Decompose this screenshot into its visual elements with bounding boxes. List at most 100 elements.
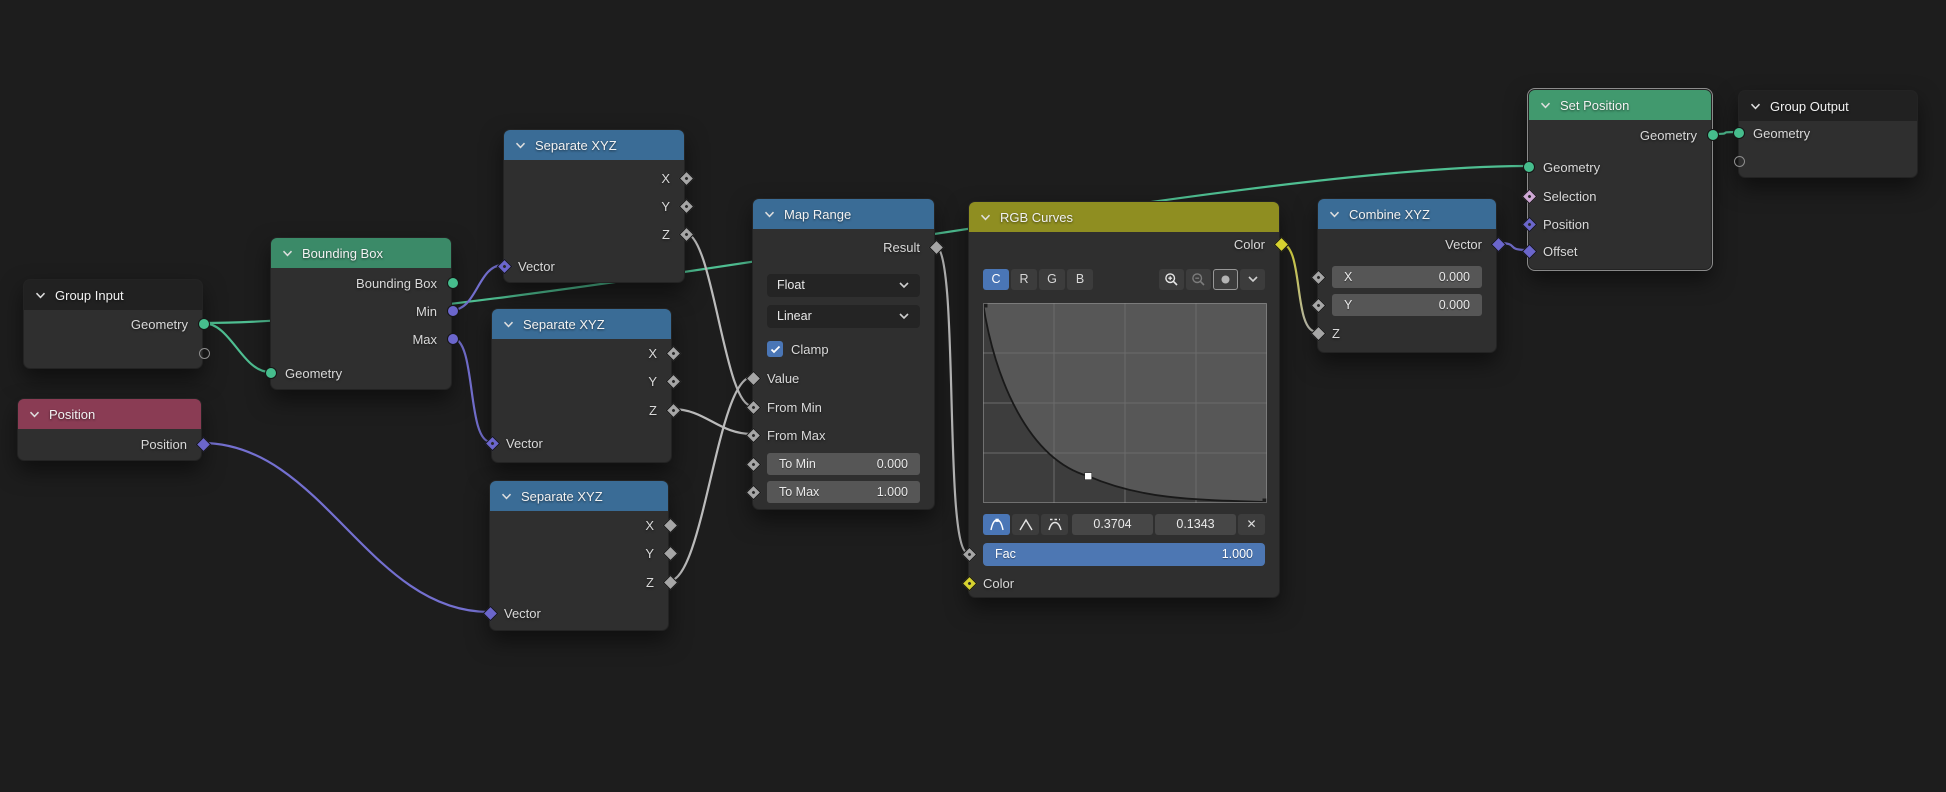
node-header-bounding-box[interactable]: Bounding Box bbox=[271, 238, 451, 268]
node-position[interactable]: PositionPosition bbox=[17, 398, 202, 461]
node-combine-xyz[interactable]: Combine XYZVectorX0.000Y0.000Z bbox=[1317, 198, 1497, 353]
clamp-checkbox[interactable] bbox=[767, 341, 783, 357]
channel-c-button[interactable]: C bbox=[983, 269, 1009, 290]
collapse-chevron-icon[interactable] bbox=[282, 250, 293, 257]
socket-bounding-box-geometry[interactable] bbox=[264, 366, 278, 380]
combine-xyz-y-field[interactable]: Y0.000 bbox=[1332, 294, 1482, 316]
socket-bounding-box-max[interactable] bbox=[446, 332, 460, 346]
rgb-curves-fac-slider[interactable]: Fac1.000 bbox=[983, 543, 1265, 566]
socket-bounding-box-min[interactable] bbox=[446, 304, 460, 318]
socket-rgb-curves-fac[interactable] bbox=[962, 547, 976, 561]
node-editor-canvas[interactable]: Group InputGeometry PositionPosition Bound… bbox=[0, 0, 1946, 792]
node-group-input[interactable]: Group InputGeometry bbox=[23, 279, 203, 369]
node-set-position[interactable]: Set PositionGeometryGeometrySelectionPos… bbox=[1528, 89, 1712, 270]
node-header-separate-xyz-2[interactable]: Separate XYZ bbox=[492, 309, 671, 339]
socket-map-range-from_min[interactable] bbox=[746, 400, 760, 414]
collapse-chevron-icon[interactable] bbox=[515, 142, 526, 149]
socket-separate-xyz-3-z[interactable] bbox=[663, 575, 677, 589]
socket-map-range-result[interactable] bbox=[929, 240, 943, 254]
zoom-out-button[interactable] bbox=[1186, 269, 1211, 290]
socket-set-position-offset[interactable] bbox=[1522, 244, 1536, 258]
clip-button[interactable] bbox=[1213, 269, 1238, 290]
menu-button[interactable] bbox=[1240, 269, 1265, 290]
socket-separate-xyz-3-x[interactable] bbox=[663, 518, 677, 532]
curve-control-point[interactable] bbox=[1085, 473, 1092, 480]
point-x-field[interactable]: 0.3704 bbox=[1072, 514, 1153, 535]
handle-auto-button[interactable] bbox=[983, 514, 1010, 535]
socket-separate-xyz-1-z[interactable] bbox=[679, 227, 693, 241]
handle-auto-clamped-button[interactable] bbox=[1041, 514, 1068, 535]
socket-separate-xyz-3-y[interactable] bbox=[663, 546, 677, 560]
channel-g-button[interactable]: G bbox=[1039, 269, 1065, 290]
socket-separate-xyz-1-y[interactable] bbox=[679, 199, 693, 213]
node-header-group-input[interactable]: Group Input bbox=[24, 280, 202, 310]
socket-combine-xyz-y[interactable] bbox=[1311, 298, 1325, 312]
collapse-chevron-icon[interactable] bbox=[764, 211, 775, 218]
node-map-range[interactable]: Map RangeResultFloatLinearClampValueFrom… bbox=[752, 198, 935, 510]
socket-position-position[interactable] bbox=[196, 437, 210, 451]
socket-map-range-from_max[interactable] bbox=[746, 428, 760, 442]
socket-group-input-virtual[interactable] bbox=[197, 346, 211, 360]
handle-vector-button[interactable] bbox=[1012, 514, 1039, 535]
zoom-in-button[interactable] bbox=[1159, 269, 1184, 290]
collapse-chevron-icon[interactable] bbox=[1540, 102, 1551, 109]
channel-b-button[interactable]: B bbox=[1067, 269, 1093, 290]
node-header-combine-xyz[interactable]: Combine XYZ bbox=[1318, 199, 1496, 229]
socket-rgb-curves-color_out[interactable] bbox=[1274, 237, 1288, 251]
socket-map-range-to_min[interactable] bbox=[746, 457, 760, 471]
socket-map-range-value[interactable] bbox=[746, 371, 760, 385]
node-header-separate-xyz-3[interactable]: Separate XYZ bbox=[490, 481, 668, 511]
socket-rgb-curves-color_in[interactable] bbox=[962, 576, 976, 590]
socket-separate-xyz-2-x[interactable] bbox=[666, 346, 680, 360]
collapse-chevron-icon[interactable] bbox=[1329, 211, 1340, 218]
socket-separate-xyz-2-z[interactable] bbox=[666, 403, 680, 417]
socket-group-input-geometry[interactable] bbox=[197, 317, 211, 331]
socket-set-position-position[interactable] bbox=[1522, 217, 1536, 231]
socket-set-position-selection[interactable] bbox=[1522, 189, 1536, 203]
node-header-set-position[interactable]: Set Position bbox=[1529, 90, 1711, 120]
socket-set-position-geometry_out[interactable] bbox=[1706, 128, 1720, 142]
socket-separate-xyz-1-x[interactable] bbox=[679, 171, 693, 185]
socket-set-position-geometry_in[interactable] bbox=[1522, 160, 1536, 174]
socket-bounding-box-bbox[interactable] bbox=[446, 276, 460, 290]
channel-r-button[interactable]: R bbox=[1011, 269, 1037, 290]
map-range-to_min-field[interactable]: To Min0.000 bbox=[767, 453, 920, 475]
collapse-chevron-icon[interactable] bbox=[980, 214, 991, 221]
socket-separate-xyz-2-vector[interactable] bbox=[485, 436, 499, 450]
collapse-chevron-icon[interactable] bbox=[1750, 103, 1761, 110]
socket-group-output-virtual[interactable] bbox=[1732, 154, 1746, 168]
node-header-separate-xyz-1[interactable]: Separate XYZ bbox=[504, 130, 684, 160]
node-bounding-box[interactable]: Bounding BoxBounding BoxMinMaxGeometry bbox=[270, 237, 452, 390]
node-separate-xyz-3[interactable]: Separate XYZXYZVector bbox=[489, 480, 669, 631]
socket-combine-xyz-z[interactable] bbox=[1311, 326, 1325, 340]
node-rgb-curves[interactable]: RGB CurvesColorCRGB0.37040.1343✕Fac1.000… bbox=[968, 201, 1280, 598]
map-range-to_max-field[interactable]: To Max1.000 bbox=[767, 481, 920, 503]
map-range-dropdown[interactable]: Linear bbox=[767, 305, 920, 328]
socket-combine-xyz-vector_out[interactable] bbox=[1491, 237, 1505, 251]
node-group-output[interactable]: Group OutputGeometry bbox=[1738, 90, 1918, 178]
collapse-chevron-icon[interactable] bbox=[29, 411, 40, 418]
combine-xyz-x-field[interactable]: X0.000 bbox=[1332, 266, 1482, 288]
socket-label: Vector bbox=[504, 606, 541, 621]
node-header-map-range[interactable]: Map Range bbox=[753, 199, 934, 229]
socket-separate-xyz-1-vector[interactable] bbox=[497, 259, 511, 273]
node-separate-xyz-2[interactable]: Separate XYZXYZVector bbox=[491, 308, 672, 463]
map-range-clamp-row: Clamp bbox=[753, 338, 934, 360]
map-range-dropdown[interactable]: Float bbox=[767, 274, 920, 297]
collapse-chevron-icon[interactable] bbox=[35, 292, 46, 299]
socket-separate-xyz-3-vector[interactable] bbox=[483, 606, 497, 620]
socket-combine-xyz-x[interactable] bbox=[1311, 270, 1325, 284]
delete-point-button[interactable]: ✕ bbox=[1238, 514, 1265, 535]
node-separate-xyz-1[interactable]: Separate XYZXYZVector bbox=[503, 129, 685, 283]
curve-widget[interactable] bbox=[983, 303, 1265, 503]
socket-map-range-to_max[interactable] bbox=[746, 485, 760, 499]
node-header-group-output[interactable]: Group Output bbox=[1739, 91, 1917, 121]
collapse-chevron-icon[interactable] bbox=[501, 493, 512, 500]
socket-group-output-geometry[interactable] bbox=[1732, 126, 1746, 140]
point-y-field[interactable]: 0.1343 bbox=[1155, 514, 1236, 535]
socket-label: Vector bbox=[1445, 237, 1482, 252]
node-header-position[interactable]: Position bbox=[18, 399, 201, 429]
socket-separate-xyz-2-y[interactable] bbox=[666, 374, 680, 388]
node-header-rgb-curves[interactable]: RGB Curves bbox=[969, 202, 1279, 232]
collapse-chevron-icon[interactable] bbox=[503, 321, 514, 328]
